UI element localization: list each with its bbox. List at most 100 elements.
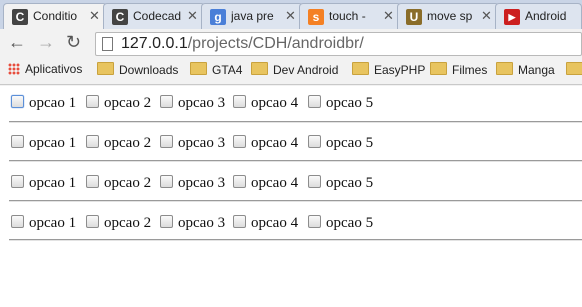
checkbox[interactable] xyxy=(11,95,24,108)
tab-title: Conditio xyxy=(33,9,78,23)
checkbox[interactable] xyxy=(233,95,246,108)
tab-4[interactable]: s touch - ✕ xyxy=(299,3,401,29)
checkbox[interactable] xyxy=(160,215,173,228)
bookmark-downloads[interactable]: Downloads xyxy=(97,62,178,77)
folder-icon xyxy=(566,62,582,75)
codecademy-icon: C xyxy=(112,9,128,25)
close-icon[interactable]: ✕ xyxy=(481,8,492,24)
checkbox-option[interactable]: opcao 2 xyxy=(86,175,151,192)
checkbox[interactable] xyxy=(160,95,173,108)
tab-3[interactable]: g java pre ✕ xyxy=(201,3,303,29)
option-label: opcao 4 xyxy=(251,215,299,231)
folder-icon xyxy=(430,62,447,75)
browser-chrome: C Conditio ✕ C Codecad ✕ g java pre ✕ s … xyxy=(0,0,582,86)
bookmark-easyphp[interactable]: EasyPHP xyxy=(352,62,425,77)
checkbox-option[interactable]: opcao 2 xyxy=(86,135,151,152)
option-label: opcao 2 xyxy=(104,175,152,191)
checkbox-option[interactable]: opcao 1 xyxy=(11,135,76,152)
checkbox-option[interactable]: opcao 3 xyxy=(160,95,225,112)
checkbox[interactable] xyxy=(86,135,99,148)
close-icon[interactable]: ✕ xyxy=(383,8,394,24)
bookmark-label: Manga xyxy=(518,63,555,77)
option-label: opcao 2 xyxy=(104,95,152,111)
folder-icon xyxy=(251,62,268,75)
url-path: /projects/CDH/androidbr/ xyxy=(187,35,364,52)
checkbox-option[interactable]: opcao 5 xyxy=(308,175,373,192)
forward-arrow-icon[interactable]: → xyxy=(37,32,55,53)
checkbox-option[interactable]: opcao 2 xyxy=(86,215,151,232)
tab-title: Codecad xyxy=(133,9,182,23)
option-label: opcao 5 xyxy=(326,175,374,191)
option-label: opcao 1 xyxy=(29,175,77,191)
tab-title: move sp xyxy=(427,9,473,23)
option-label: opcao 3 xyxy=(178,135,226,151)
checkbox[interactable] xyxy=(160,175,173,188)
checkbox-option[interactable]: opcao 1 xyxy=(11,215,76,232)
checkbox-option[interactable]: opcao 4 xyxy=(233,95,298,112)
folder-icon xyxy=(352,62,369,75)
tab-5[interactable]: U move sp ✕ xyxy=(397,3,499,29)
checkbox-option[interactable]: opcao 1 xyxy=(11,95,76,112)
checkbox-option[interactable]: opcao 5 xyxy=(308,215,373,232)
checkbox[interactable] xyxy=(11,215,24,228)
option-label: opcao 2 xyxy=(104,215,152,231)
checkbox[interactable] xyxy=(11,135,24,148)
checkbox[interactable] xyxy=(86,175,99,188)
url-host: 127.0.0.1 xyxy=(121,35,188,52)
checkbox-option[interactable]: opcao 3 xyxy=(160,175,225,192)
tab-title: touch - xyxy=(329,9,366,23)
bookmarks-bar: Aplicativos Downloads GTA4 Dev Android E… xyxy=(0,58,582,85)
url-text[interactable]: 127.0.0.1/projects/CDH/androidbr/ xyxy=(121,35,364,53)
bookmark-label: GTA4 xyxy=(212,63,243,77)
youtube-icon: ▶ xyxy=(504,9,520,25)
bookmark-overflow[interactable] xyxy=(566,62,582,77)
option-label: opcao 5 xyxy=(326,95,374,111)
back-arrow-icon[interactable]: ← xyxy=(8,32,26,53)
checkbox[interactable] xyxy=(160,135,173,148)
option-label: opcao 4 xyxy=(251,175,299,191)
bookmark-label: Dev Android xyxy=(273,63,339,77)
reload-icon[interactable]: ↻ xyxy=(66,32,81,53)
divider xyxy=(9,239,582,241)
tab-title: java pre xyxy=(231,9,274,23)
tab-2[interactable]: C Codecad ✕ xyxy=(103,3,205,29)
bookmark-apps[interactable]: Aplicativos xyxy=(8,62,82,76)
tab-1[interactable]: C Conditio ✕ xyxy=(3,3,107,29)
checkbox[interactable] xyxy=(308,95,321,108)
checkbox[interactable] xyxy=(233,175,246,188)
bookmark-manga[interactable]: Manga xyxy=(496,62,555,77)
checkbox[interactable] xyxy=(11,175,24,188)
option-label: opcao 3 xyxy=(178,95,226,111)
checkbox[interactable] xyxy=(308,135,321,148)
checkbox-option[interactable]: opcao 3 xyxy=(160,135,225,152)
close-icon[interactable]: ✕ xyxy=(89,8,100,24)
bookmark-gta4[interactable]: GTA4 xyxy=(190,62,242,77)
option-label: opcao 1 xyxy=(29,215,77,231)
checkbox[interactable] xyxy=(308,215,321,228)
checkbox-option[interactable]: opcao 4 xyxy=(233,215,298,232)
checkbox-option[interactable]: opcao 5 xyxy=(308,95,373,112)
bookmark-label: Downloads xyxy=(119,63,179,77)
checkbox[interactable] xyxy=(86,215,99,228)
checkbox[interactable] xyxy=(233,215,246,228)
google-icon: g xyxy=(210,9,226,25)
option-label: opcao 5 xyxy=(326,135,374,151)
tab-6[interactable]: ▶ Android xyxy=(495,3,582,29)
checkbox[interactable] xyxy=(308,175,321,188)
bookmark-filmes[interactable]: Filmes xyxy=(430,62,487,77)
address-bar[interactable]: 127.0.0.1/projects/CDH/androidbr/ xyxy=(95,32,582,56)
bookmark-dev-android[interactable]: Dev Android xyxy=(251,62,338,77)
checkbox-option[interactable]: opcao 2 xyxy=(86,95,151,112)
close-icon[interactable]: ✕ xyxy=(285,8,296,24)
checkbox-option[interactable]: opcao 4 xyxy=(233,135,298,152)
option-label: opcao 2 xyxy=(104,135,152,151)
checkbox[interactable] xyxy=(233,135,246,148)
close-icon[interactable]: ✕ xyxy=(187,8,198,24)
folder-icon xyxy=(97,62,114,75)
checkbox-option[interactable]: opcao 1 xyxy=(11,175,76,192)
checkbox[interactable] xyxy=(86,95,99,108)
checkbox-option[interactable]: opcao 5 xyxy=(308,135,373,152)
divider xyxy=(9,200,582,202)
checkbox-option[interactable]: opcao 4 xyxy=(233,175,298,192)
checkbox-option[interactable]: opcao 3 xyxy=(160,215,225,232)
